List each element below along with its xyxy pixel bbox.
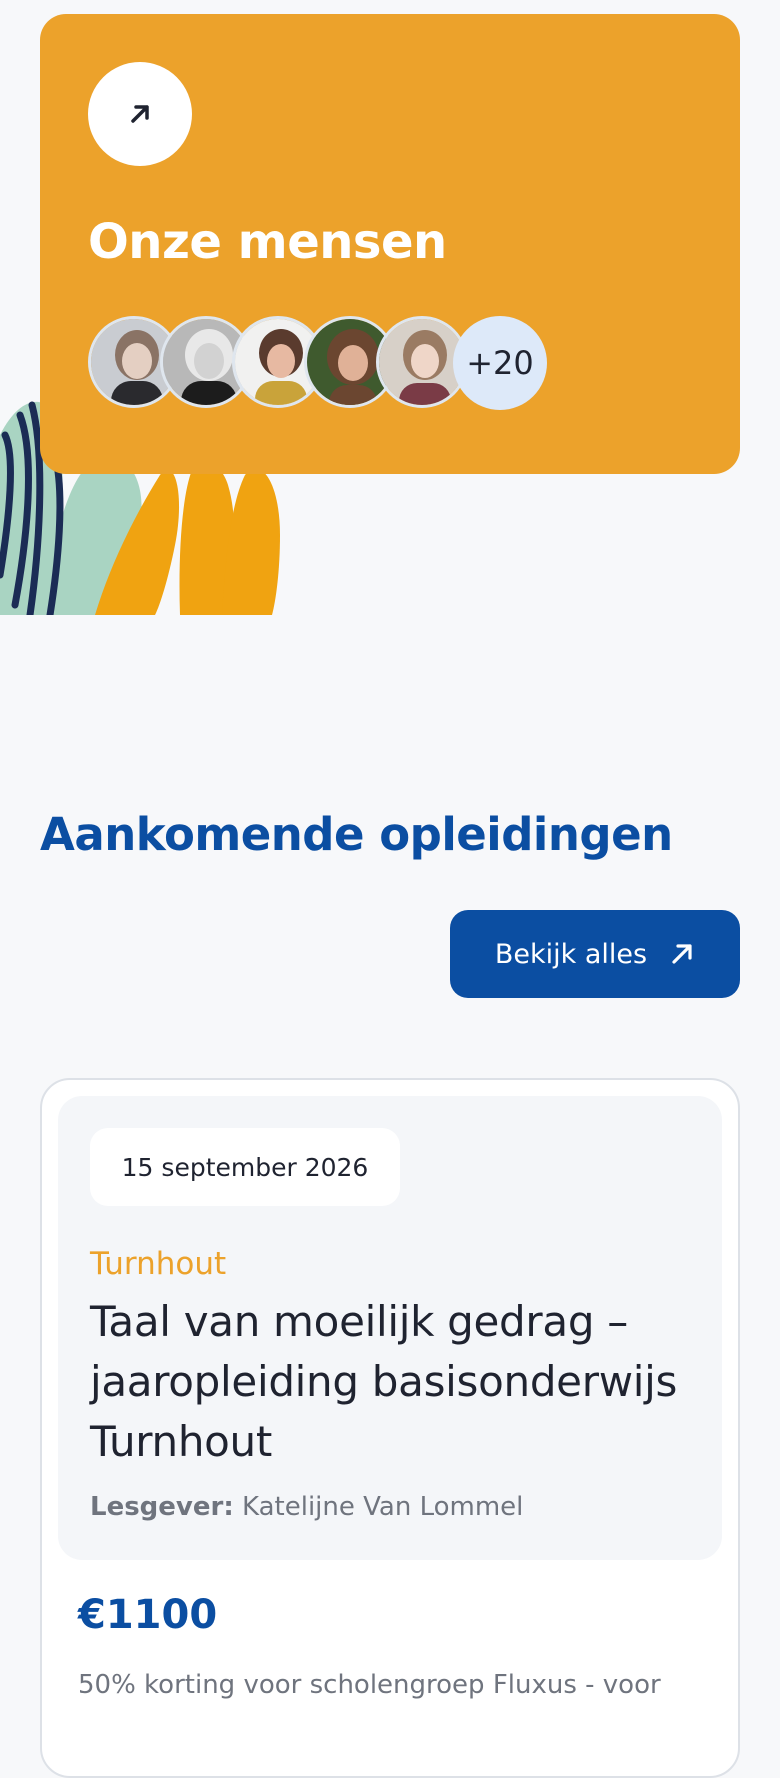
course-teacher: Lesgever: Katelijne Van Lommel	[90, 1492, 523, 1522]
people-card[interactable]: Onze mensen +20	[40, 14, 740, 474]
view-all-button[interactable]: Bekijk alles	[450, 910, 740, 998]
avatar-group: +20	[88, 316, 548, 412]
teacher-name: Katelijne Van Lommel	[242, 1492, 524, 1522]
view-all-label: Bekijk alles	[494, 938, 648, 970]
course-card-header: 15 september 2026 Turnhout Taal van moei…	[58, 1096, 722, 1560]
course-price: €1100	[78, 1592, 218, 1638]
course-title[interactable]: Taal van moeilijk gedrag – jaaropleiding…	[90, 1292, 700, 1472]
course-card[interactable]: 15 september 2026 Turnhout Taal van moei…	[40, 1078, 740, 1778]
arrow-up-right-icon	[672, 944, 692, 964]
people-card-title: Onze mensen	[88, 214, 447, 270]
arrow-up-right-icon	[131, 105, 149, 123]
teacher-label: Lesgever:	[90, 1492, 234, 1522]
course-discount: 50% korting voor scholengroep Fluxus - v…	[78, 1670, 661, 1700]
course-location: Turnhout	[90, 1246, 227, 1282]
section-title: Aankomende opleidingen	[40, 808, 673, 861]
course-date: 15 september 2026	[90, 1128, 400, 1206]
avatar-more-count: +20	[453, 316, 547, 410]
people-link-button[interactable]	[88, 62, 192, 166]
